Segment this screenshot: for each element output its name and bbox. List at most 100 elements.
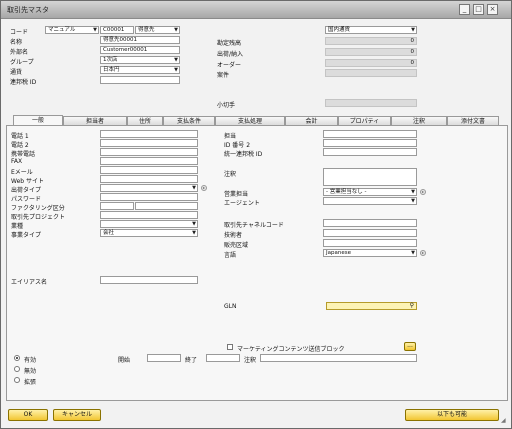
shipping-type-label: 出荷タイプ: [11, 187, 42, 194]
name-label: 名称: [10, 39, 23, 46]
sales-employee-select[interactable]: - 営業担当なし -: [323, 188, 417, 196]
currency-select[interactable]: 日本円: [100, 66, 180, 74]
website-field[interactable]: [100, 175, 198, 183]
agent-label: エージェント: [224, 200, 260, 207]
currency-view-select[interactable]: 国内通貨: [325, 26, 417, 34]
territory-label: 販売区域: [224, 242, 249, 249]
code-field[interactable]: C00001: [100, 26, 134, 34]
shipments-label: 出荷/納入: [217, 51, 244, 58]
general-tab-panel: 電話 1 電話 2 携帯電話 FAX Eメール Web サイト 出荷タイプ ▸ …: [6, 125, 508, 401]
bp-project-field[interactable]: [100, 211, 198, 219]
active-radio[interactable]: [14, 355, 20, 361]
inactive-radio[interactable]: [14, 366, 20, 372]
bp-project-label: 取引先プロジェクト: [11, 214, 66, 221]
cancel-button[interactable]: キャンセル: [53, 409, 101, 421]
opportunities-field: [325, 69, 417, 77]
channel-code-label: 取引先チャネルコード: [224, 222, 284, 229]
balance-label: 勘定残高: [217, 40, 242, 47]
language-link-icon[interactable]: ▸: [420, 250, 426, 256]
ok-button[interactable]: OK: [8, 409, 48, 421]
code-label: コード: [10, 29, 29, 36]
series-select[interactable]: マニュアル: [45, 26, 99, 34]
inactive-label: 無効: [24, 368, 37, 375]
alias-field[interactable]: [100, 276, 198, 284]
agent-select[interactable]: [323, 197, 417, 205]
to-date-field[interactable]: [206, 354, 240, 362]
password-label: パスワード: [11, 196, 42, 203]
shipping-type-select[interactable]: [100, 184, 198, 192]
unified-tax-id-field[interactable]: [323, 148, 417, 156]
factoring-field-1[interactable]: [100, 202, 134, 210]
industry-select[interactable]: [100, 220, 198, 228]
factoring-field-2[interactable]: [135, 202, 198, 210]
status-remarks-label: 注釈: [244, 357, 257, 364]
orders-label: オーダー: [217, 62, 242, 69]
language-select[interactable]: Japanese: [323, 249, 417, 257]
shipments-field: 0: [325, 48, 417, 56]
business-partner-master-window: 取引先マスタ _ □ × コード マニュアル C00001 得意先 名称 得意先…: [0, 0, 512, 429]
alias-label: エイリアス名: [11, 279, 48, 286]
email-field[interactable]: [100, 166, 198, 174]
remarks-field[interactable]: [323, 168, 417, 186]
currency-label: 通貨: [10, 69, 23, 76]
phone1-label: 電話 1: [11, 133, 29, 140]
remarks-label: 注釈: [224, 171, 237, 178]
language-label: 言語: [224, 252, 237, 259]
checks-label: 小切手: [217, 102, 236, 109]
from-date-field[interactable]: [147, 354, 181, 362]
balance-field: 0: [325, 37, 417, 45]
orders-field: 0: [325, 59, 417, 67]
foreign-name-field[interactable]: Customer00001: [100, 46, 180, 54]
phone1-field[interactable]: [100, 130, 198, 138]
tax-id-label: 連邦税 ID: [10, 79, 37, 86]
business-type-label: 事業タイプ: [11, 232, 42, 239]
contact-person-field[interactable]: [323, 130, 417, 138]
group-label: グループ: [10, 59, 34, 66]
id-number2-field[interactable]: [323, 139, 417, 147]
mobile-label: 携帯電話: [11, 151, 36, 158]
partner-type-select[interactable]: 得意先: [135, 26, 180, 34]
id-number2-label: ID 番号 2: [224, 142, 251, 149]
unified-tax-id-label: 統一連邦税 ID: [224, 151, 263, 158]
phone2-field[interactable]: [100, 139, 198, 147]
advanced-label: 拡張: [24, 379, 37, 386]
window-title: 取引先マスタ: [7, 6, 49, 14]
advanced-radio[interactable]: [14, 377, 20, 383]
sales-employee-link-icon[interactable]: ▸: [420, 189, 426, 195]
marketing-block-label: マーケティングコンテンツ送信ブロック: [237, 346, 345, 353]
copy-to-button[interactable]: 以下も可能: [405, 409, 499, 421]
active-label: 有効: [24, 357, 37, 364]
shipping-type-link-icon[interactable]: ▸: [201, 185, 207, 191]
minimize-icon[interactable]: _: [459, 4, 470, 15]
sales-employee-label: 営業担当: [224, 191, 249, 198]
to-label: 終了: [185, 357, 198, 364]
technician-field[interactable]: [323, 229, 417, 237]
group-select[interactable]: 1次店: [100, 56, 180, 64]
factoring-label: ファクタリング区分: [11, 205, 65, 212]
fax-field[interactable]: [100, 157, 198, 165]
resize-grip-icon[interactable]: ◢: [501, 417, 506, 424]
website-label: Web サイト: [11, 178, 44, 185]
opportunities-label: 案件: [217, 72, 230, 79]
tax-id-field[interactable]: [100, 76, 180, 84]
ellipsis-button[interactable]: ...: [404, 342, 416, 351]
mobile-field[interactable]: [100, 148, 198, 156]
contact-person-label: 担当: [224, 133, 237, 140]
status-remarks-field[interactable]: [260, 354, 417, 362]
technician-label: 技術者: [224, 232, 243, 239]
checks-field: [325, 99, 417, 107]
gln-field[interactable]: ⚲: [326, 302, 417, 310]
lookup-icon[interactable]: ⚲: [410, 302, 414, 309]
industry-label: 業種: [11, 223, 24, 230]
channel-code-field[interactable]: [323, 219, 417, 227]
business-type-select[interactable]: 会社: [100, 229, 198, 237]
territory-field[interactable]: [323, 239, 417, 247]
close-icon[interactable]: ×: [487, 4, 498, 15]
phone2-label: 電話 2: [11, 142, 29, 149]
foreign-name-label: 外部名: [10, 49, 29, 56]
fax-label: FAX: [11, 158, 23, 165]
password-field[interactable]: [100, 193, 198, 201]
name-field[interactable]: 得意先00001: [100, 36, 180, 44]
maximize-icon[interactable]: □: [473, 4, 484, 15]
marketing-block-checkbox[interactable]: [227, 344, 233, 350]
